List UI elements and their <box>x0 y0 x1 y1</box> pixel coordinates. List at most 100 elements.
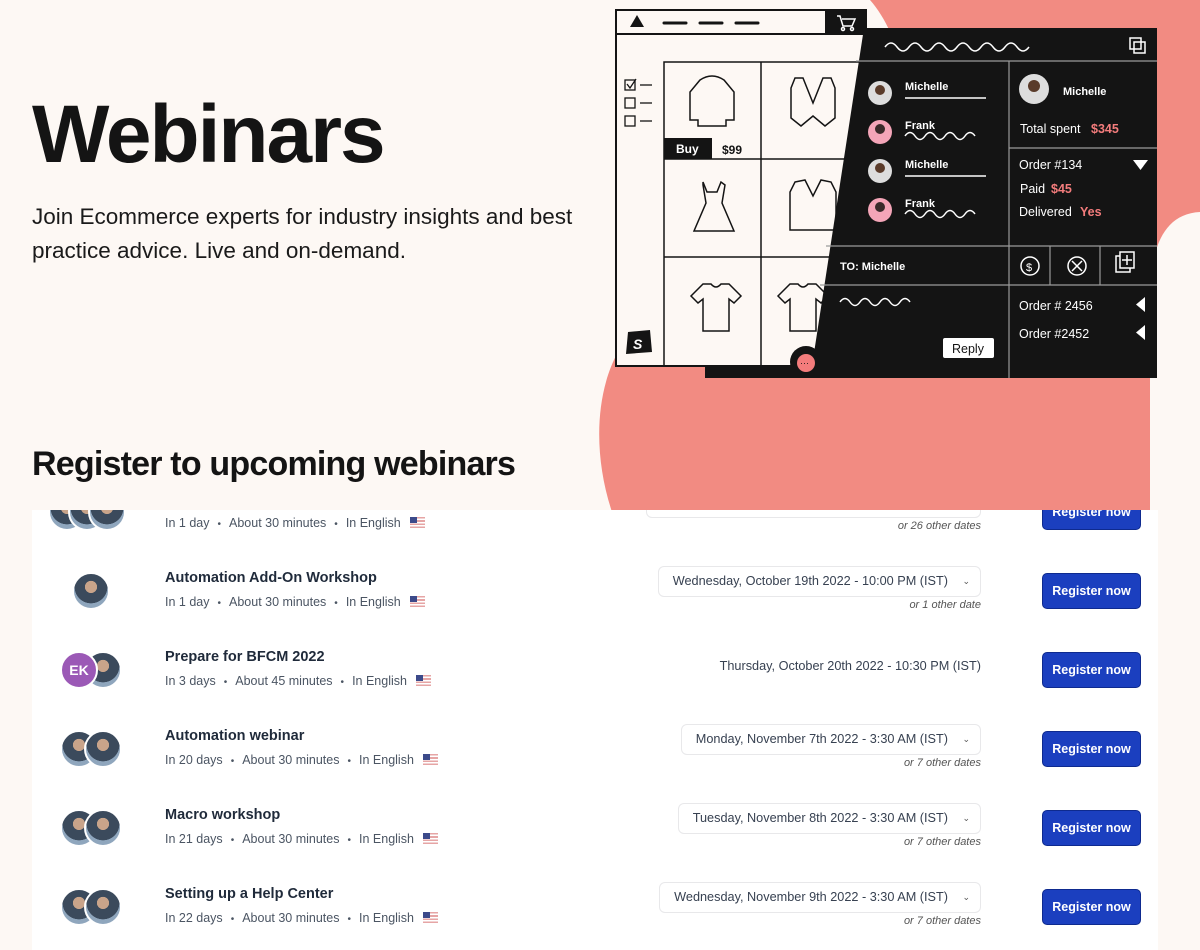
delivered-value: Yes <box>1080 205 1102 219</box>
webinar-meta: In 3 days • About 45 minutes • In English <box>165 674 431 688</box>
register-now-button[interactable]: Register now <box>1042 810 1141 846</box>
webinar-meta: In 20 days • About 30 minutes • In English <box>165 753 438 767</box>
webinar-when: In 3 days <box>165 674 216 688</box>
chevron-down-icon: ⌄ <box>962 813 970 823</box>
us-flag-icon <box>409 596 425 607</box>
host-avatars <box>60 888 140 926</box>
customer-name: Michelle <box>1063 86 1106 98</box>
webinar-row: Macro workshop In 21 days • About 30 minute… <box>32 789 1158 868</box>
host-avatars <box>60 730 140 768</box>
date-select[interactable]: Monday, November 7th 2022 - 3:30 AM (IST… <box>680 724 981 755</box>
order-item: Order #2452 <box>1019 327 1089 341</box>
webinar-title[interactable]: Prepare for BFCM 2022 <box>165 649 325 665</box>
webinar-duration: About 30 minutes <box>229 516 327 530</box>
us-flag-icon <box>422 833 438 844</box>
svg-text:S: S <box>633 336 643 352</box>
avatar-initials: EK <box>60 651 98 689</box>
webinar-row: Automation webinar In 20 days • About 30 mi… <box>32 710 1158 789</box>
selected-date: Tuesday, November 8th 2022 - 3:30 AM (IS… <box>692 811 948 825</box>
other-dates-link[interactable]: or 7 other dates <box>904 915 981 927</box>
avatar <box>72 572 110 610</box>
webinar-when: In 1 day <box>165 516 210 530</box>
host-avatars <box>48 510 140 531</box>
total-spent-value: $345 <box>1091 122 1119 136</box>
webinar-meta: In 22 days • About 30 minutes • In English <box>165 911 438 925</box>
paid-value: $45 <box>1051 182 1072 196</box>
webinar-row: EK Prepare for BFCM 2022 In 3 days • About 4… <box>32 631 1158 710</box>
selected-date: Wednesday, November 9th 2022 - 3:30 AM (… <box>674 890 948 904</box>
webinar-duration: About 30 minutes <box>229 595 327 609</box>
host-avatars: EK <box>60 651 140 689</box>
chevron-down-icon: ⌄ <box>962 576 970 586</box>
webinar-language: In English <box>359 911 414 925</box>
register-now-button[interactable]: Register now <box>1042 510 1141 530</box>
reply-button: Reply <box>952 342 985 356</box>
register-now-button[interactable]: Register now <box>1042 731 1141 767</box>
paid-label: Paid <box>1020 182 1045 196</box>
webinar-title[interactable]: Setting up a Help Center <box>165 886 333 902</box>
webinar-title[interactable]: Automation Add-On Workshop <box>165 570 377 586</box>
webinar-when: In 22 days <box>165 911 223 925</box>
webinar-date: Thursday, October 20th 2022 - 10:30 PM (… <box>719 659 981 673</box>
webinar-row: Automation Add-On Workshop In 1 day • About… <box>32 552 1158 631</box>
date-select[interactable]: Wednesday, October 19th 2022 - 10:00 PM … <box>657 566 981 597</box>
chevron-down-icon: ⌄ <box>962 734 970 744</box>
other-dates-link[interactable]: or 7 other dates <box>904 836 981 848</box>
other-dates-link[interactable]: or 7 other dates <box>904 757 981 769</box>
hero-illustration: Buy $99 S Michelle Frank Michelle Frank … <box>615 9 1157 378</box>
webinar-title[interactable]: Macro workshop <box>165 807 280 823</box>
selected-date: Wednesday, October 19th 2022 - 10:00 PM … <box>672 574 948 588</box>
webinar-duration: About 30 minutes <box>242 911 340 925</box>
chat-name: Frank <box>905 198 936 210</box>
us-flag-icon <box>422 912 438 923</box>
webinar-language: In English <box>359 832 414 846</box>
date-select[interactable] <box>646 510 981 518</box>
us-flag-icon <box>415 675 431 686</box>
webinar-language: In English <box>352 674 407 688</box>
us-flag-icon <box>422 754 438 765</box>
other-dates-link[interactable]: or 1 other date <box>909 599 981 611</box>
order-label: Order #134 <box>1019 158 1082 172</box>
order-item: Order # 2456 <box>1019 299 1093 313</box>
webinar-duration: About 30 minutes <box>242 832 340 846</box>
webinar-row: In 1 day • About 30 minutes • In English or 2… <box>32 510 1158 552</box>
webinar-row: Setting up a Help Center In 22 days • About… <box>32 868 1158 947</box>
host-avatars <box>60 572 140 610</box>
webinar-meta: In 21 days • About 30 minutes • In English <box>165 832 438 846</box>
webinar-language: In English <box>359 753 414 767</box>
register-now-button[interactable]: Register now <box>1042 573 1141 609</box>
chevron-down-icon: ⌄ <box>962 892 970 902</box>
delivered-label: Delivered <box>1019 205 1072 219</box>
webinar-when: In 20 days <box>165 753 223 767</box>
price-label: $99 <box>722 143 742 157</box>
other-dates-link[interactable]: or 26 other dates <box>898 520 981 532</box>
webinar-list[interactable]: In 1 day • About 30 minutes • In English or 2… <box>32 510 1158 950</box>
chat-name: Michelle <box>905 159 948 171</box>
register-now-button[interactable]: Register now <box>1042 652 1141 688</box>
total-spent-label: Total spent <box>1020 122 1081 136</box>
webinar-meta: In 1 day • About 30 minutes • In English <box>165 595 425 609</box>
webinar-language: In English <box>345 595 401 609</box>
webinar-duration: About 30 minutes <box>242 753 340 767</box>
us-flag-icon <box>409 517 425 528</box>
register-now-button[interactable]: Register now <box>1042 889 1141 925</box>
section-title: Register to upcoming webinars <box>32 445 516 483</box>
chat-name: Michelle <box>905 81 948 93</box>
avatar <box>84 809 122 847</box>
chat-name: Frank <box>905 120 936 132</box>
webinar-title[interactable]: Automation webinar <box>165 728 304 744</box>
webinar-when: In 21 days <box>165 832 223 846</box>
date-select[interactable]: Wednesday, November 9th 2022 - 3:30 AM (… <box>659 882 981 913</box>
host-avatars <box>60 809 140 847</box>
date-select[interactable]: Tuesday, November 8th 2022 - 3:30 AM (IS… <box>677 803 981 834</box>
webinar-when: In 1 day <box>165 595 210 609</box>
webinar-meta: In 1 day • About 30 minutes • In English <box>165 516 425 530</box>
to-label: TO: Michelle <box>840 261 905 273</box>
webinar-language: In English <box>345 516 401 530</box>
buy-label: Buy <box>676 142 699 156</box>
selected-date: Monday, November 7th 2022 - 3:30 AM (IST… <box>695 732 948 746</box>
svg-text:$: $ <box>1026 262 1032 274</box>
avatar <box>84 730 122 768</box>
avatar <box>84 888 122 926</box>
webinar-duration: About 45 minutes <box>235 674 333 688</box>
